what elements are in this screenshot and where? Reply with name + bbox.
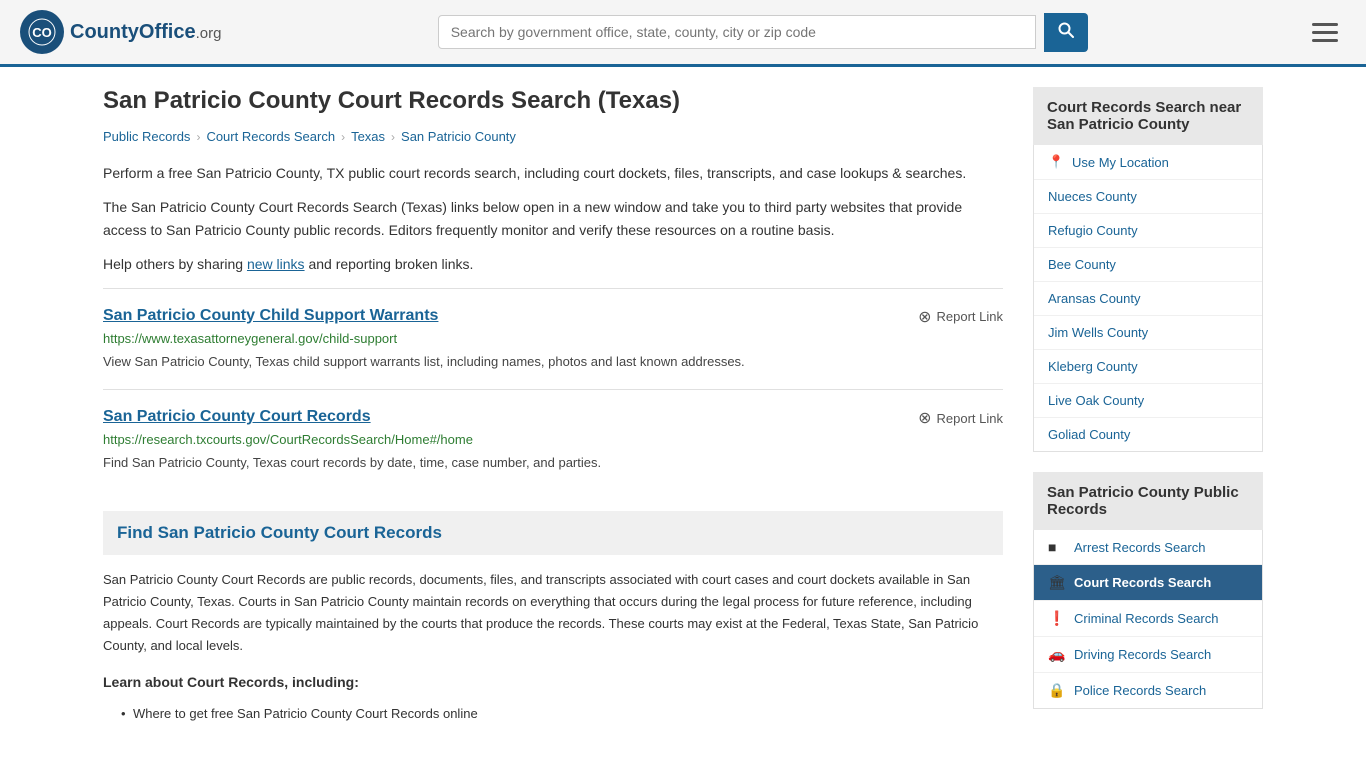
arrest-icon: ■ [1048,539,1066,555]
link-card-2-desc: Find San Patricio County, Texas court re… [103,453,1003,473]
pr-link-court[interactable]: Court Records Search [1074,575,1211,590]
bullet-list: Where to get free San Patricio County Co… [103,703,1003,725]
report-link-1-button[interactable]: ⊗ Report Link [918,307,1003,327]
location-icon: 📍 [1048,154,1064,170]
sidebar-item-aransas[interactable]: Aransas County [1034,282,1262,316]
search-button[interactable] [1044,13,1088,52]
pr-item-arrest[interactable]: ■ Arrest Records Search [1034,530,1262,565]
hamburger-icon [1312,23,1338,42]
sidebar-item-nueces[interactable]: Nueces County [1034,180,1262,214]
section-heading: Find San Patricio County Court Records [103,511,1003,555]
intro-text-1: Perform a free San Patricio County, TX p… [103,162,1003,184]
pr-link-police[interactable]: Police Records Search [1074,683,1206,698]
sidebar-link-bee[interactable]: Bee County [1048,257,1116,272]
report-icon-1: ⊗ [918,307,931,327]
page-title: San Patricio County Court Records Search… [103,87,1003,115]
sidebar-item-bee[interactable]: Bee County [1034,248,1262,282]
public-records-section-title: San Patricio County Public Records [1033,472,1263,530]
breadcrumb-sep-3: › [391,130,395,144]
sidebar-link-live-oak[interactable]: Live Oak County [1048,393,1144,408]
sidebar-item-kleberg[interactable]: Kleberg County [1034,350,1262,384]
intro-text-3: Help others by sharing new links and rep… [103,253,1003,275]
sidebar-link-refugio[interactable]: Refugio County [1048,223,1138,238]
criminal-icon: ❗ [1048,610,1066,627]
sidebar-item-live-oak[interactable]: Live Oak County [1034,384,1262,418]
link-card-1-title[interactable]: San Patricio County Child Support Warran… [103,307,438,325]
sidebar-item-jim-wells[interactable]: Jim Wells County [1034,316,1262,350]
court-icon: 🏛 [1048,574,1066,591]
sidebar-link-kleberg[interactable]: Kleberg County [1048,359,1138,374]
link-card-2-url: https://research.txcourts.gov/CourtRecor… [103,432,1003,447]
menu-button[interactable] [1304,19,1346,46]
report-icon-2: ⊗ [918,408,931,428]
nearby-section-title: Court Records Search near San Patricio C… [1033,87,1263,145]
public-records-list: ■ Arrest Records Search 🏛 Court Records … [1033,530,1263,709]
link-card-1: San Patricio County Child Support Warran… [103,288,1003,390]
sidebar-link-goliad[interactable]: Goliad County [1048,427,1130,442]
logo-area: CO CountyOffice.org [20,10,221,54]
body-text: San Patricio County Court Records are pu… [103,569,1003,657]
logo-text: CountyOffice.org [70,21,221,44]
link-card-1-desc: View San Patricio County, Texas child su… [103,352,1003,372]
nearby-list: 📍 Use My Location Nueces County Refugio … [1033,145,1263,452]
driving-icon: 🚗 [1048,646,1066,663]
report-link-2-label: Report Link [937,411,1003,426]
link-card-1-url: https://www.texasattorneygeneral.gov/chi… [103,331,1003,346]
breadcrumb-link-public-records[interactable]: Public Records [103,129,190,144]
breadcrumb-link-court-records[interactable]: Court Records Search [206,129,335,144]
link-card-2-title[interactable]: San Patricio County Court Records [103,408,371,426]
sidebar-item-refugio[interactable]: Refugio County [1034,214,1262,248]
breadcrumb-link-texas[interactable]: Texas [351,129,385,144]
header: CO CountyOffice.org [0,0,1366,67]
logo-icon: CO [20,10,64,54]
search-input[interactable] [438,15,1036,49]
sidebar-link-nueces[interactable]: Nueces County [1048,189,1137,204]
intro-post: and reporting broken links. [305,256,474,272]
content-area: San Patricio County Court Records Search… [103,87,1003,725]
link-card-2: San Patricio County Court Records ⊗ Repo… [103,389,1003,491]
pr-link-driving[interactable]: Driving Records Search [1074,647,1211,662]
svg-text:CO: CO [32,25,52,40]
link-cards: San Patricio County Child Support Warran… [103,288,1003,491]
police-icon: 🔒 [1048,682,1066,699]
intro-text-2: The San Patricio County Court Records Se… [103,196,1003,241]
breadcrumb-link-county[interactable]: San Patricio County [401,129,516,144]
pr-item-driving[interactable]: 🚗 Driving Records Search [1034,637,1262,673]
pr-item-court[interactable]: 🏛 Court Records Search [1034,565,1262,601]
bullet-item-1: Where to get free San Patricio County Co… [121,703,1003,725]
new-links-link[interactable]: new links [247,256,305,272]
pr-item-police[interactable]: 🔒 Police Records Search [1034,673,1262,708]
sidebar-item-goliad[interactable]: Goliad County [1034,418,1262,451]
breadcrumb-sep-2: › [341,130,345,144]
pr-link-criminal[interactable]: Criminal Records Search [1074,611,1219,626]
search-area [438,13,1088,52]
pr-item-criminal[interactable]: ❗ Criminal Records Search [1034,601,1262,637]
breadcrumb-sep-1: › [196,130,200,144]
sidebar-link-use-my-location[interactable]: Use My Location [1072,155,1169,170]
sidebar-link-aransas[interactable]: Aransas County [1048,291,1141,306]
pr-link-arrest[interactable]: Arrest Records Search [1074,540,1206,555]
report-link-2-button[interactable]: ⊗ Report Link [918,408,1003,428]
learn-heading: Learn about Court Records, including: [103,671,1003,695]
report-link-1-label: Report Link [937,309,1003,324]
intro-pre: Help others by sharing [103,256,247,272]
main-container: San Patricio County Court Records Search… [83,67,1283,745]
sidebar-item-use-my-location[interactable]: 📍 Use My Location [1034,145,1262,180]
sidebar-link-jim-wells[interactable]: Jim Wells County [1048,325,1148,340]
sidebar: Court Records Search near San Patricio C… [1033,87,1263,725]
breadcrumb: Public Records › Court Records Search › … [103,129,1003,144]
